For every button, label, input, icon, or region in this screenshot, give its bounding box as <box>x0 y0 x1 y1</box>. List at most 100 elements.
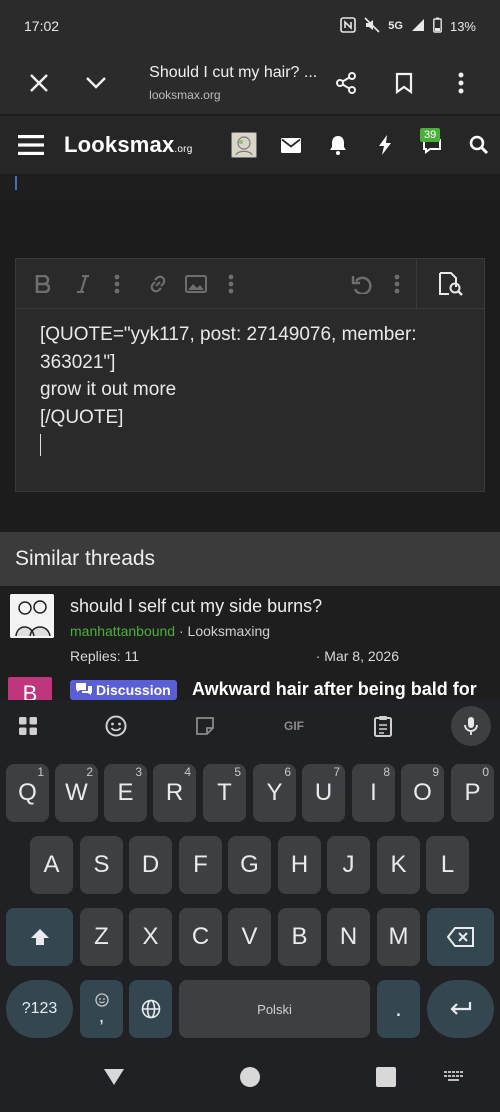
key-s[interactable]: S <box>80 836 123 894</box>
envelope-icon <box>280 137 301 153</box>
key-x[interactable]: X <box>129 908 172 966</box>
key-l[interactable]: L <box>426 836 469 894</box>
gif-button[interactable]: GIF <box>272 700 316 752</box>
key-q[interactable]: Q1 <box>6 764 49 822</box>
similar-thread-item[interactable]: should I self cut my side burns? manhatt… <box>0 586 500 668</box>
key-f[interactable]: F <box>179 836 222 894</box>
system-navigation-bar <box>0 1042 500 1112</box>
editor-line: 363021"] <box>40 351 116 373</box>
home-button[interactable] <box>230 1062 270 1092</box>
inbox-button[interactable] <box>267 116 314 174</box>
key-m[interactable]: M <box>377 908 420 966</box>
reply-editor: [QUOTE="yyk117, post: 27149076, member: … <box>15 258 485 492</box>
key-o[interactable]: O9 <box>401 764 444 822</box>
space-key[interactable]: Polski <box>179 980 370 1038</box>
close-tab-button[interactable] <box>10 54 68 112</box>
sticker-icon <box>196 717 214 735</box>
chat-count-badge: 39 <box>420 128 441 142</box>
undo-icon <box>351 276 372 294</box>
more-insert-options-button[interactable] <box>224 259 238 309</box>
avatar <box>10 594 54 638</box>
sticker-button[interactable] <box>183 700 227 752</box>
signal-icon <box>411 18 425 35</box>
key-z[interactable]: Z <box>80 908 123 966</box>
link-icon <box>150 275 166 293</box>
key-e[interactable]: E3 <box>104 764 147 822</box>
header-actions: 39 <box>220 116 500 174</box>
similar-thread-item[interactable]: B Discussion Awkward hair after being ba… <box>0 668 500 700</box>
key-y[interactable]: Y6 <box>253 764 296 822</box>
voice-input-button[interactable] <box>449 700 493 752</box>
thread-title[interactable]: should I self cut my side burns? <box>70 596 322 617</box>
period-key[interactable]: . <box>377 980 420 1038</box>
back-button[interactable] <box>94 1062 134 1092</box>
undo-button[interactable] <box>350 259 374 309</box>
page-info[interactable]: Should I cut my hair? ... looksmax.org <box>125 64 317 102</box>
key-v[interactable]: V <box>228 908 271 966</box>
keyboard-apps-button[interactable] <box>6 700 50 752</box>
user-avatar-button[interactable] <box>220 116 267 174</box>
keyboard-toolbar: GIF <box>0 700 500 752</box>
text-caret <box>40 431 460 459</box>
share-icon <box>336 72 357 94</box>
italic-button[interactable] <box>72 259 94 309</box>
similar-threads-heading: Similar threads <box>0 532 500 586</box>
key-w[interactable]: W2 <box>55 764 98 822</box>
emoji-button[interactable] <box>94 700 138 752</box>
minimize-button[interactable] <box>68 54 126 112</box>
more-text-options-button[interactable] <box>110 259 124 309</box>
key-n[interactable]: N <box>327 908 370 966</box>
backspace-key[interactable] <box>427 908 494 966</box>
comma-key[interactable]: , <box>80 980 123 1038</box>
key-a[interactable]: A <box>30 836 73 894</box>
key-b[interactable]: B <box>278 908 321 966</box>
key-u[interactable]: U7 <box>302 764 345 822</box>
insert-image-button[interactable] <box>184 259 208 309</box>
browser-toolbar: Should I cut my hair? ... looksmax.org <box>0 52 500 114</box>
thread-forum[interactable]: · Looksmaxing <box>175 623 270 639</box>
comments-icon <box>75 682 93 700</box>
thread-title[interactable]: Awkward hair after being bald for <box>192 679 477 700</box>
key-h[interactable]: H <box>278 836 321 894</box>
editor-line: [QUOTE="yyk117, post: 27149076, member: <box>40 324 417 345</box>
mic-icon <box>464 717 478 735</box>
bookmark-button[interactable] <box>375 54 433 112</box>
grid-icon <box>19 717 37 735</box>
share-button[interactable] <box>317 54 375 112</box>
enter-key[interactable] <box>427 980 494 1038</box>
shift-icon <box>30 929 49 945</box>
hamburger-icon <box>18 135 44 155</box>
editor-toolbar <box>16 259 484 309</box>
key-j[interactable]: J <box>327 836 370 894</box>
search-button[interactable] <box>455 116 500 174</box>
keyboard-switch-button[interactable] <box>434 1062 474 1092</box>
clipboard-icon <box>374 716 392 737</box>
symbols-key[interactable]: ?123 <box>6 980 73 1038</box>
key-d[interactable]: D <box>129 836 172 894</box>
thread-author[interactable]: manhattanbound <box>70 623 175 639</box>
key-k[interactable]: K <box>377 836 420 894</box>
menu-button[interactable] <box>18 134 44 156</box>
more-options-button[interactable] <box>432 54 490 112</box>
bold-button[interactable] <box>32 259 54 309</box>
editor-text-area[interactable]: [QUOTE="yyk117, post: 27149076, member: … <box>16 309 484 471</box>
whats-new-button[interactable] <box>361 116 408 174</box>
alerts-button[interactable] <box>314 116 361 174</box>
more-editor-options-button[interactable] <box>390 259 404 309</box>
shift-key[interactable] <box>6 908 73 966</box>
lightning-icon <box>378 135 391 155</box>
key-p[interactable]: P0 <box>451 764 494 822</box>
key-t[interactable]: T5 <box>203 764 246 822</box>
recents-button[interactable] <box>366 1062 406 1092</box>
preview-button[interactable] <box>416 259 484 309</box>
status-icons: 5G 13% <box>340 16 476 36</box>
key-c[interactable]: C <box>179 908 222 966</box>
key-g[interactable]: G <box>228 836 271 894</box>
chat-button[interactable]: 39 <box>408 116 455 174</box>
site-logo[interactable]: Looksmax.org <box>64 132 192 158</box>
key-r[interactable]: R4 <box>153 764 196 822</box>
key-i[interactable]: I8 <box>352 764 395 822</box>
language-key[interactable] <box>129 980 172 1038</box>
clipboard-button[interactable] <box>361 700 405 752</box>
insert-link-button[interactable] <box>146 259 170 309</box>
